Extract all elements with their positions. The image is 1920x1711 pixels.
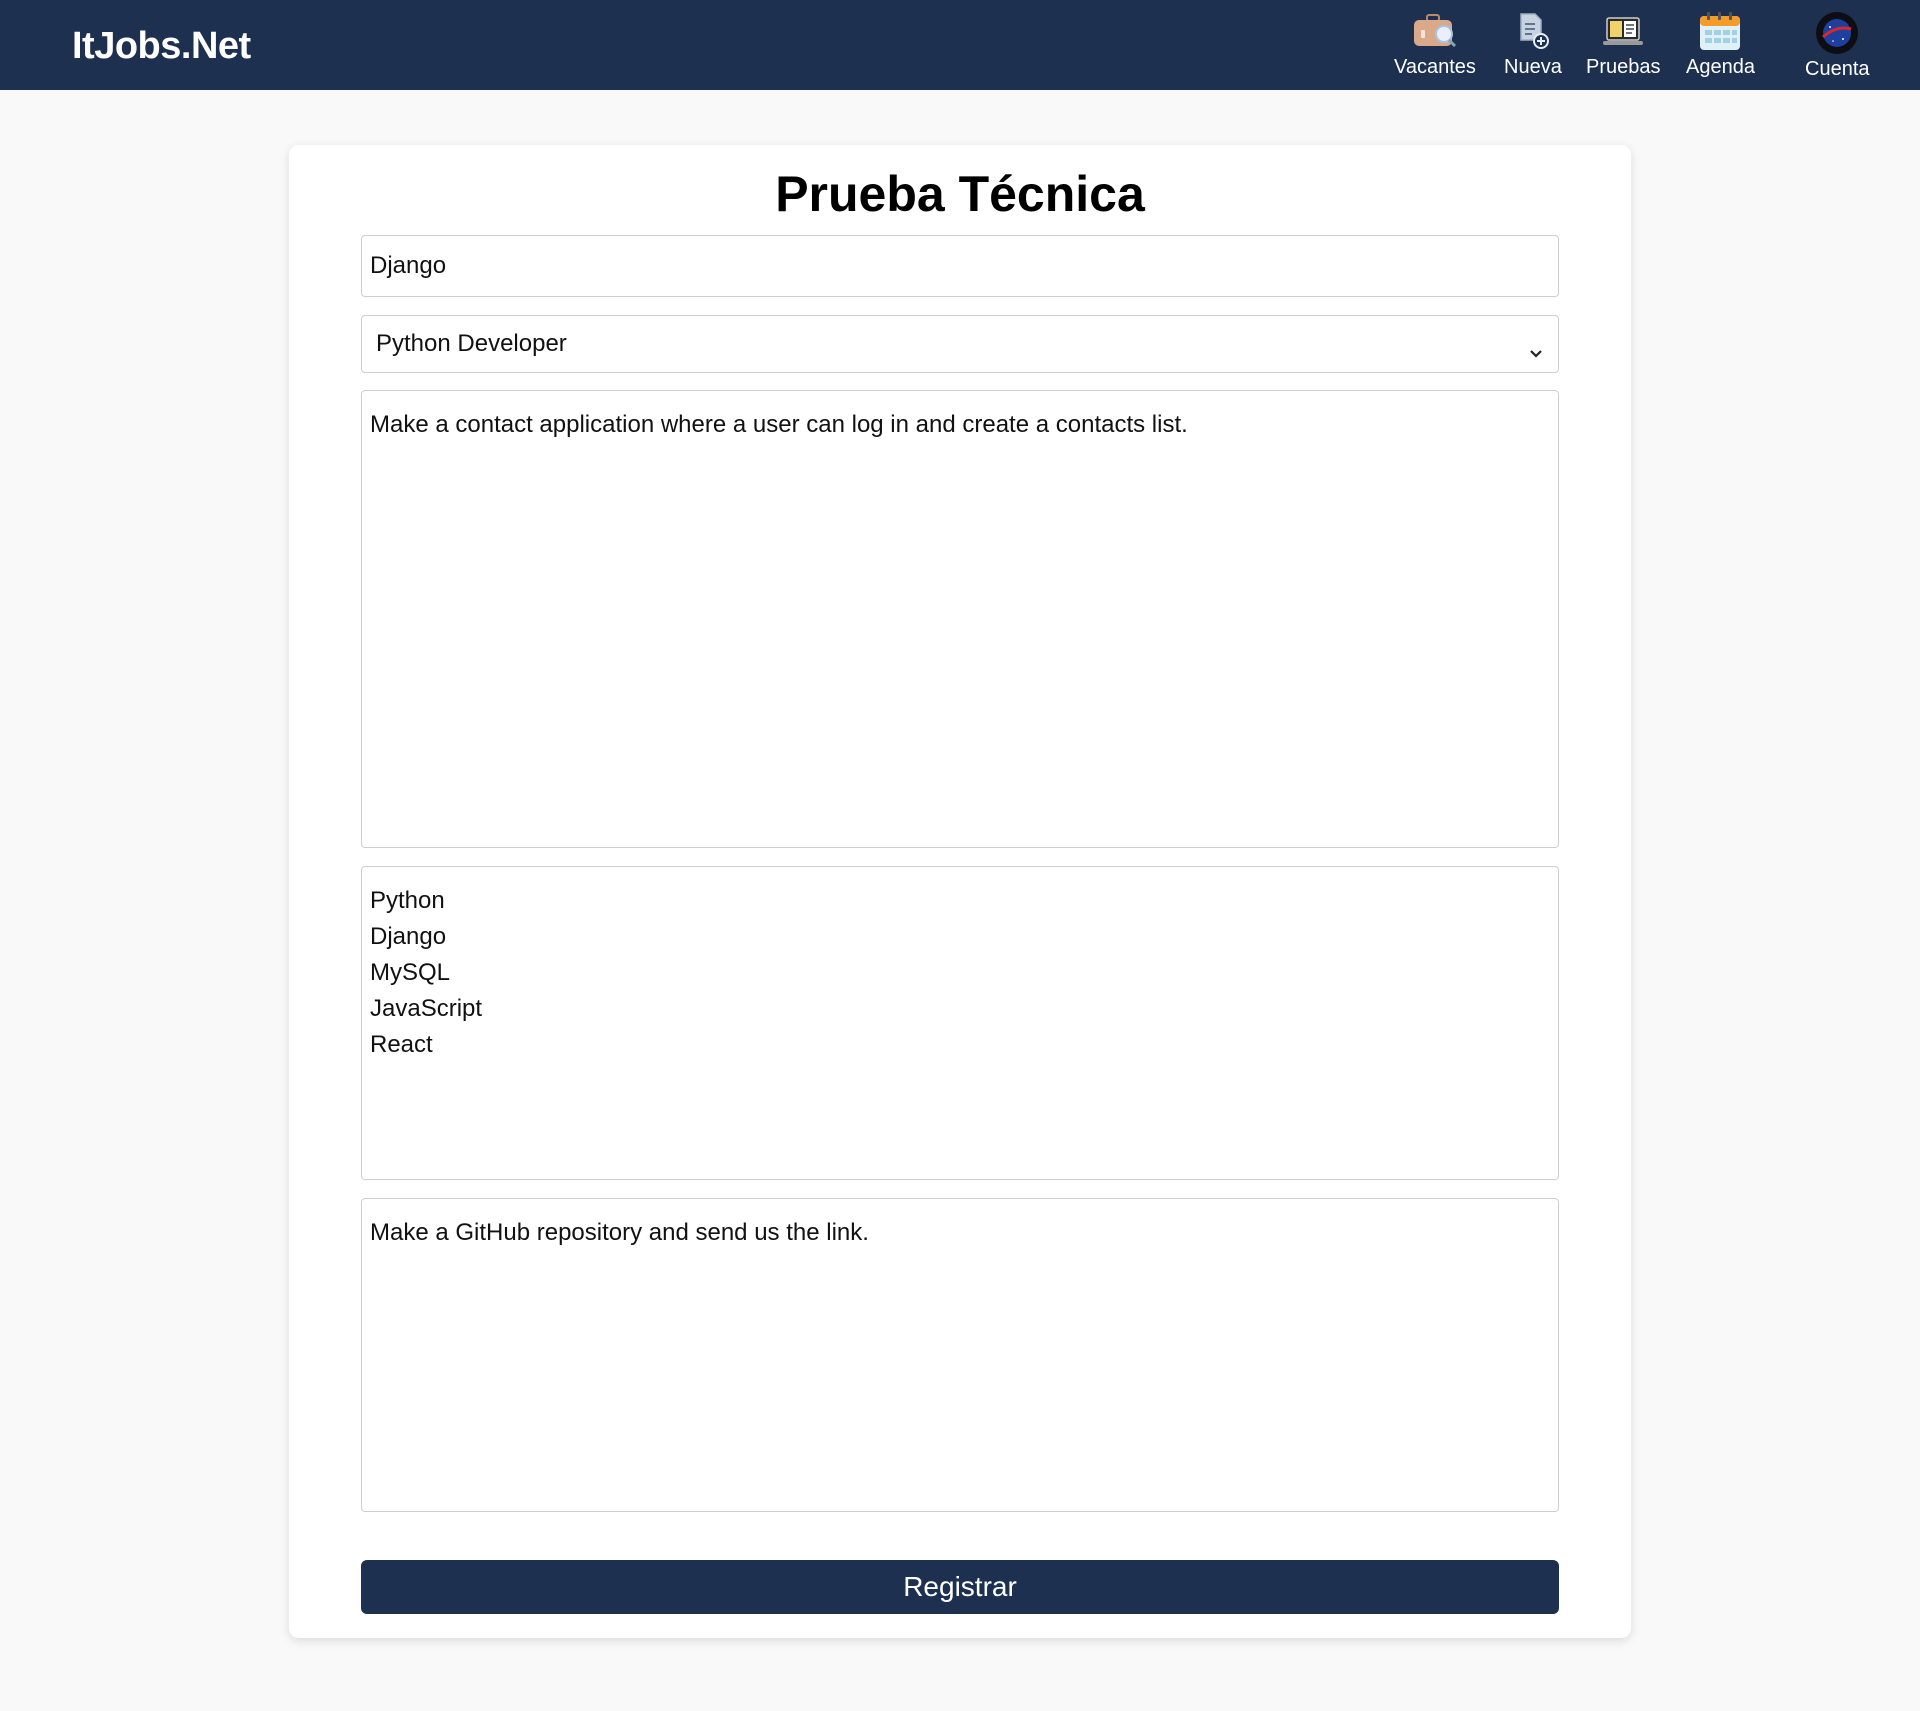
test-form-card: Prueba Técnica Django Python Developer M… [289, 145, 1631, 1638]
role-select-value: Python Developer [376, 330, 567, 357]
nav-label-cuenta: Cuenta [1805, 58, 1870, 80]
skills-textarea[interactable]: Python Django MySQL JavaScript React [361, 866, 1559, 1180]
briefcase-search-icon [1412, 10, 1458, 52]
skill-line: Python [370, 887, 445, 914]
role-select[interactable]: Python Developer [361, 315, 1559, 373]
chevron-down-icon [1528, 336, 1544, 358]
nav-item-cuenta[interactable]: Cuenta [1805, 12, 1870, 81]
description-textarea[interactable]: Make a contact application where a user … [361, 390, 1559, 848]
nav-item-pruebas[interactable]: Pruebas [1586, 10, 1661, 79]
nav-label-pruebas: Pruebas [1586, 56, 1661, 78]
skill-line: React [370, 1031, 433, 1058]
nav-item-agenda[interactable]: Agenda [1686, 10, 1755, 79]
nav-item-vacantes[interactable]: Vacantes [1394, 10, 1476, 79]
nav-item-nueva[interactable]: Nueva [1504, 10, 1562, 79]
avatar-icon [1814, 12, 1860, 54]
skill-line: MySQL [370, 959, 451, 986]
nav-label-vacantes: Vacantes [1394, 56, 1476, 78]
new-document-icon [1510, 10, 1556, 52]
top-navbar: ItJobs.Net Vacantes Nueva Pruebas Agenda… [0, 0, 1920, 90]
test-name-input[interactable]: Django [361, 235, 1559, 297]
laptop-code-icon [1600, 10, 1646, 52]
brand-logo[interactable]: ItJobs.Net [72, 25, 251, 68]
calendar-icon [1697, 10, 1743, 52]
instructions-textarea[interactable]: Make a GitHub repository and send us the… [361, 1198, 1559, 1512]
skill-line: Django [370, 923, 447, 950]
register-button[interactable]: Registrar [361, 1560, 1559, 1614]
page-title: Prueba Técnica [775, 166, 1145, 222]
nav-label-agenda: Agenda [1686, 56, 1755, 78]
nav-label-nueva: Nueva [1504, 56, 1562, 78]
skill-line: JavaScript [370, 995, 483, 1022]
